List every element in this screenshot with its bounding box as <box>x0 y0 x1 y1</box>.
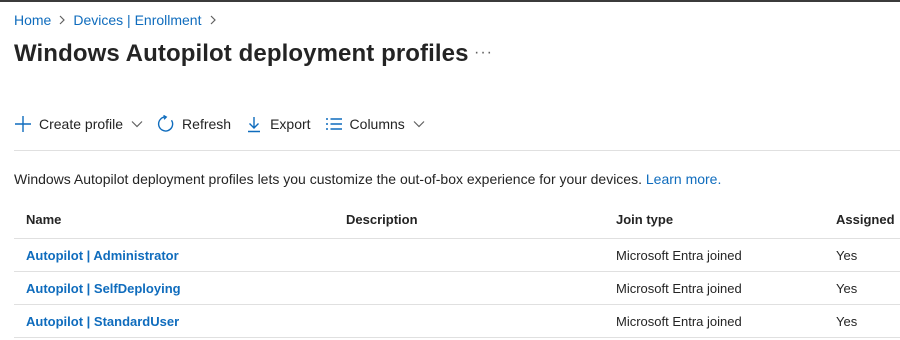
refresh-label: Refresh <box>182 116 232 132</box>
breadcrumb: Home Devices | Enrollment <box>14 12 224 28</box>
profile-name-link[interactable]: Autopilot | StandardUser <box>14 314 334 329</box>
chevron-down-icon <box>413 120 425 128</box>
download-icon <box>245 115 263 133</box>
breadcrumb-home-link[interactable]: Home <box>14 12 51 28</box>
description-text: Windows Autopilot deployment profiles le… <box>14 171 642 187</box>
page-description: Windows Autopilot deployment profiles le… <box>14 171 721 187</box>
page-title: Windows Autopilot deployment profiles <box>14 40 469 67</box>
table-row[interactable]: Autopilot | SelfDeploying Microsoft Entr… <box>14 272 900 305</box>
column-header-assigned[interactable]: Assigned <box>824 212 900 227</box>
chevron-down-icon <box>131 120 143 128</box>
profile-name-link[interactable]: Autopilot | SelfDeploying <box>14 281 334 296</box>
export-button[interactable]: Export <box>245 115 311 133</box>
columns-label: Columns <box>349 116 405 132</box>
profile-join-type: Microsoft Entra joined <box>616 313 742 329</box>
learn-more-link[interactable]: Learn more. <box>646 171 721 187</box>
profile-assigned: Yes <box>836 247 858 263</box>
column-header-name[interactable]: Name <box>14 212 334 227</box>
profiles-table: Name Description Join type Assigned Auto… <box>14 200 900 338</box>
more-options-button[interactable]: ··· <box>474 44 493 62</box>
chevron-right-icon <box>209 15 217 25</box>
columns-list-icon <box>325 116 343 132</box>
toolbar-divider <box>14 150 900 151</box>
table-header: Name Description Join type Assigned <box>14 200 900 239</box>
plus-icon <box>14 115 32 133</box>
refresh-button[interactable]: Refresh <box>157 115 231 133</box>
create-profile-label: Create profile <box>39 116 124 132</box>
profile-name-link[interactable]: Autopilot | Administrator <box>14 248 334 263</box>
toolbar: Create profile Refresh Export Columns <box>14 115 439 133</box>
breadcrumb-section-link[interactable]: Devices | Enrollment <box>73 12 201 28</box>
profile-join-type: Microsoft Entra joined <box>616 280 742 296</box>
profile-assigned: Yes <box>836 280 858 296</box>
export-label: Export <box>270 116 311 132</box>
table-row[interactable]: Autopilot | Administrator Microsoft Entr… <box>14 239 900 272</box>
create-profile-button[interactable]: Create profile <box>14 115 143 133</box>
profile-assigned: Yes <box>836 313 858 329</box>
profile-join-type: Microsoft Entra joined <box>616 247 742 263</box>
chevron-right-icon <box>58 15 66 25</box>
table-row[interactable]: Autopilot | StandardUser Microsoft Entra… <box>14 305 900 338</box>
column-header-join-type[interactable]: Join type <box>604 212 824 227</box>
refresh-icon <box>157 115 175 133</box>
columns-button[interactable]: Columns <box>325 116 425 132</box>
column-header-description[interactable]: Description <box>334 212 604 227</box>
